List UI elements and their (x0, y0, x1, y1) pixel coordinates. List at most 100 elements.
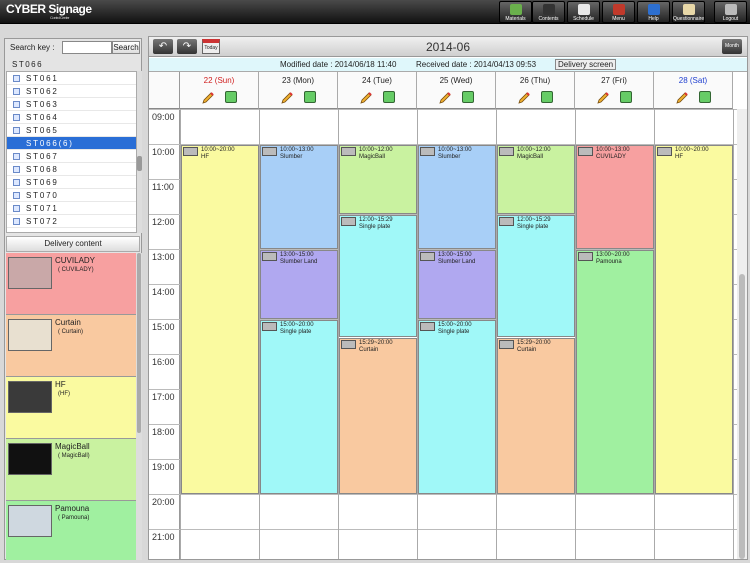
event-thumbnail (341, 147, 356, 156)
schedule-event[interactable]: 15:00~20:00 Single plate (418, 320, 496, 494)
edit-pencil-icon[interactable] (596, 91, 610, 105)
modified-date: Modified date : 2014/06/18 11:40 (280, 60, 397, 69)
event-name: Single plate (438, 329, 470, 335)
help-button[interactable]: Help (637, 1, 670, 23)
station-item[interactable]: ST072 (7, 215, 136, 228)
day-divider (733, 109, 734, 559)
expand-icon[interactable] (13, 114, 20, 121)
bucket-icon[interactable] (541, 91, 553, 103)
schedule-event[interactable]: 10:00~20:00 HF (655, 145, 733, 494)
bucket-icon[interactable] (304, 91, 316, 103)
station-item[interactable]: ST070 (7, 189, 136, 202)
bucket-icon[interactable] (225, 91, 237, 103)
schedule-event[interactable]: 12:00~15:29 Single plate (339, 215, 417, 337)
schedule-grid[interactable]: 09:00 10:00 11:00 12:00 13:00 14:00 15:00 16:00… (149, 109, 737, 559)
expand-icon[interactable] (13, 101, 20, 108)
schedule-event[interactable]: 10:00~20:00 HF (181, 145, 259, 494)
station-item[interactable]: ST064 (7, 111, 136, 124)
edit-pencil-icon[interactable] (201, 91, 215, 105)
event-thumbnail (420, 147, 435, 156)
expand-icon[interactable] (13, 205, 20, 212)
hour-label: 20:00 (152, 497, 175, 507)
expand-icon[interactable] (13, 192, 20, 199)
schedule-event[interactable]: 15:29~20:00 Curtain (497, 337, 575, 494)
expand-icon[interactable] (13, 75, 20, 82)
station-label: ST071 (26, 204, 59, 213)
schedule-event[interactable]: 13:00~15:00 Slumber Land (260, 250, 338, 319)
schedule-event[interactable]: 10:00~13:00 Slumber (418, 145, 496, 249)
logout-button[interactable]: Logout (714, 1, 747, 23)
event-thumbnail (499, 147, 514, 156)
schedule-event[interactable]: 10:00~12:00 MagicBall (339, 145, 417, 214)
event-name: Single plate (280, 329, 312, 335)
menu-button[interactable]: Menu (602, 1, 635, 23)
expand-icon[interactable] (13, 218, 20, 225)
schedule-button[interactable]: Schedule (567, 1, 600, 23)
expand-icon[interactable] (13, 88, 20, 95)
bucket-icon[interactable] (462, 91, 474, 103)
schedule-event[interactable]: 12:00~15:29 Single plate (497, 215, 575, 337)
questionnaire-button[interactable]: Questionnaire (672, 1, 705, 23)
delivery-screen-button[interactable]: Delivery screen (555, 59, 617, 70)
event-time: 13:00~15:00 (280, 252, 314, 258)
schedule-event[interactable]: 13:00~20:00 Pamouna (576, 250, 654, 494)
schedule-event[interactable]: 10:00~13:00 Slumber (260, 145, 338, 249)
nav-button-label: Menu (612, 16, 625, 22)
delivery-content-list[interactable]: CUVILADY ( CUVILADY) Curtain ( Curtain) HF (H… (6, 253, 136, 560)
event-time: 15:29~20:00 (517, 339, 551, 346)
schedule-scrollbar[interactable] (737, 109, 747, 559)
schedule-event[interactable]: 10:00~13:00 CUVILADY (576, 145, 654, 249)
schedule-event[interactable]: 10:00~12:00 MagicBall (497, 145, 575, 214)
content-item[interactable]: MagicBall ( MagicBall) (6, 439, 136, 501)
station-item[interactable]: ST066(6) (7, 137, 136, 150)
month-view-button[interactable]: Month (722, 39, 742, 54)
station-item[interactable]: ST069 (7, 176, 136, 189)
station-item[interactable]: ST071 (7, 202, 136, 215)
edit-pencil-icon[interactable] (280, 91, 294, 105)
content-item[interactable]: HF (HF) (6, 377, 136, 439)
month-title: 2014-06 (425, 40, 471, 54)
search-button[interactable]: Search (112, 41, 140, 54)
schedule-event[interactable]: 13:00~15:00 Slumber Land (418, 250, 496, 319)
hour-line (149, 109, 737, 110)
event-name: Single plate (517, 224, 549, 230)
edit-pencil-icon[interactable] (517, 91, 531, 105)
bucket-icon[interactable] (620, 91, 632, 103)
station-item[interactable]: ST061 (7, 72, 136, 85)
expand-icon[interactable] (13, 166, 20, 173)
contents-button[interactable]: Contents (532, 1, 565, 23)
expand-icon[interactable] (13, 179, 20, 186)
content-item[interactable]: Pamouna ( Pamouna) (6, 501, 136, 560)
station-item[interactable]: ST063 (7, 98, 136, 111)
expand-icon[interactable] (13, 153, 20, 160)
nav-button-label: Contents (538, 16, 559, 22)
station-item[interactable]: ST062 (7, 85, 136, 98)
edit-pencil-icon[interactable] (675, 91, 689, 105)
station-list[interactable]: ST061 ST062 ST063 ST064 ST065 ST066(6) ST067 ST… (6, 71, 137, 233)
bucket-icon[interactable] (383, 91, 395, 103)
event-thumbnail (262, 322, 277, 331)
day-header: 27 (Fri) (575, 72, 654, 109)
schedule-event[interactable]: 15:00~20:00 Single plate (260, 320, 338, 494)
delivery-content-scrollbar[interactable] (136, 253, 142, 560)
event-thumbnail (578, 252, 593, 261)
search-input[interactable] (62, 41, 112, 54)
schedule-event[interactable]: 15:29~20:00 Curtain (339, 337, 417, 494)
expand-icon[interactable] (13, 127, 20, 134)
hour-label: 09:00 (152, 112, 175, 122)
station-item[interactable]: ST065 (7, 124, 136, 137)
content-thumbnail (8, 319, 52, 351)
edit-pencil-icon[interactable] (359, 91, 373, 105)
station-list-scrollbar[interactable] (137, 71, 142, 233)
event-time: 10:00~13:00 (438, 147, 472, 153)
station-item[interactable]: ST067 (7, 150, 136, 163)
materials-button[interactable]: Materials (499, 1, 532, 23)
search-label: Search key : (10, 43, 55, 52)
content-item[interactable]: Curtain ( Curtain) (6, 315, 136, 377)
station-item[interactable]: ST068 (7, 163, 136, 176)
content-subname: ( Pamouna) (58, 515, 90, 521)
content-item[interactable]: CUVILADY ( CUVILADY) (6, 253, 136, 315)
bucket-icon[interactable] (699, 91, 711, 103)
edit-pencil-icon[interactable] (438, 91, 452, 105)
event-time: 12:00~15:29 (517, 217, 551, 223)
